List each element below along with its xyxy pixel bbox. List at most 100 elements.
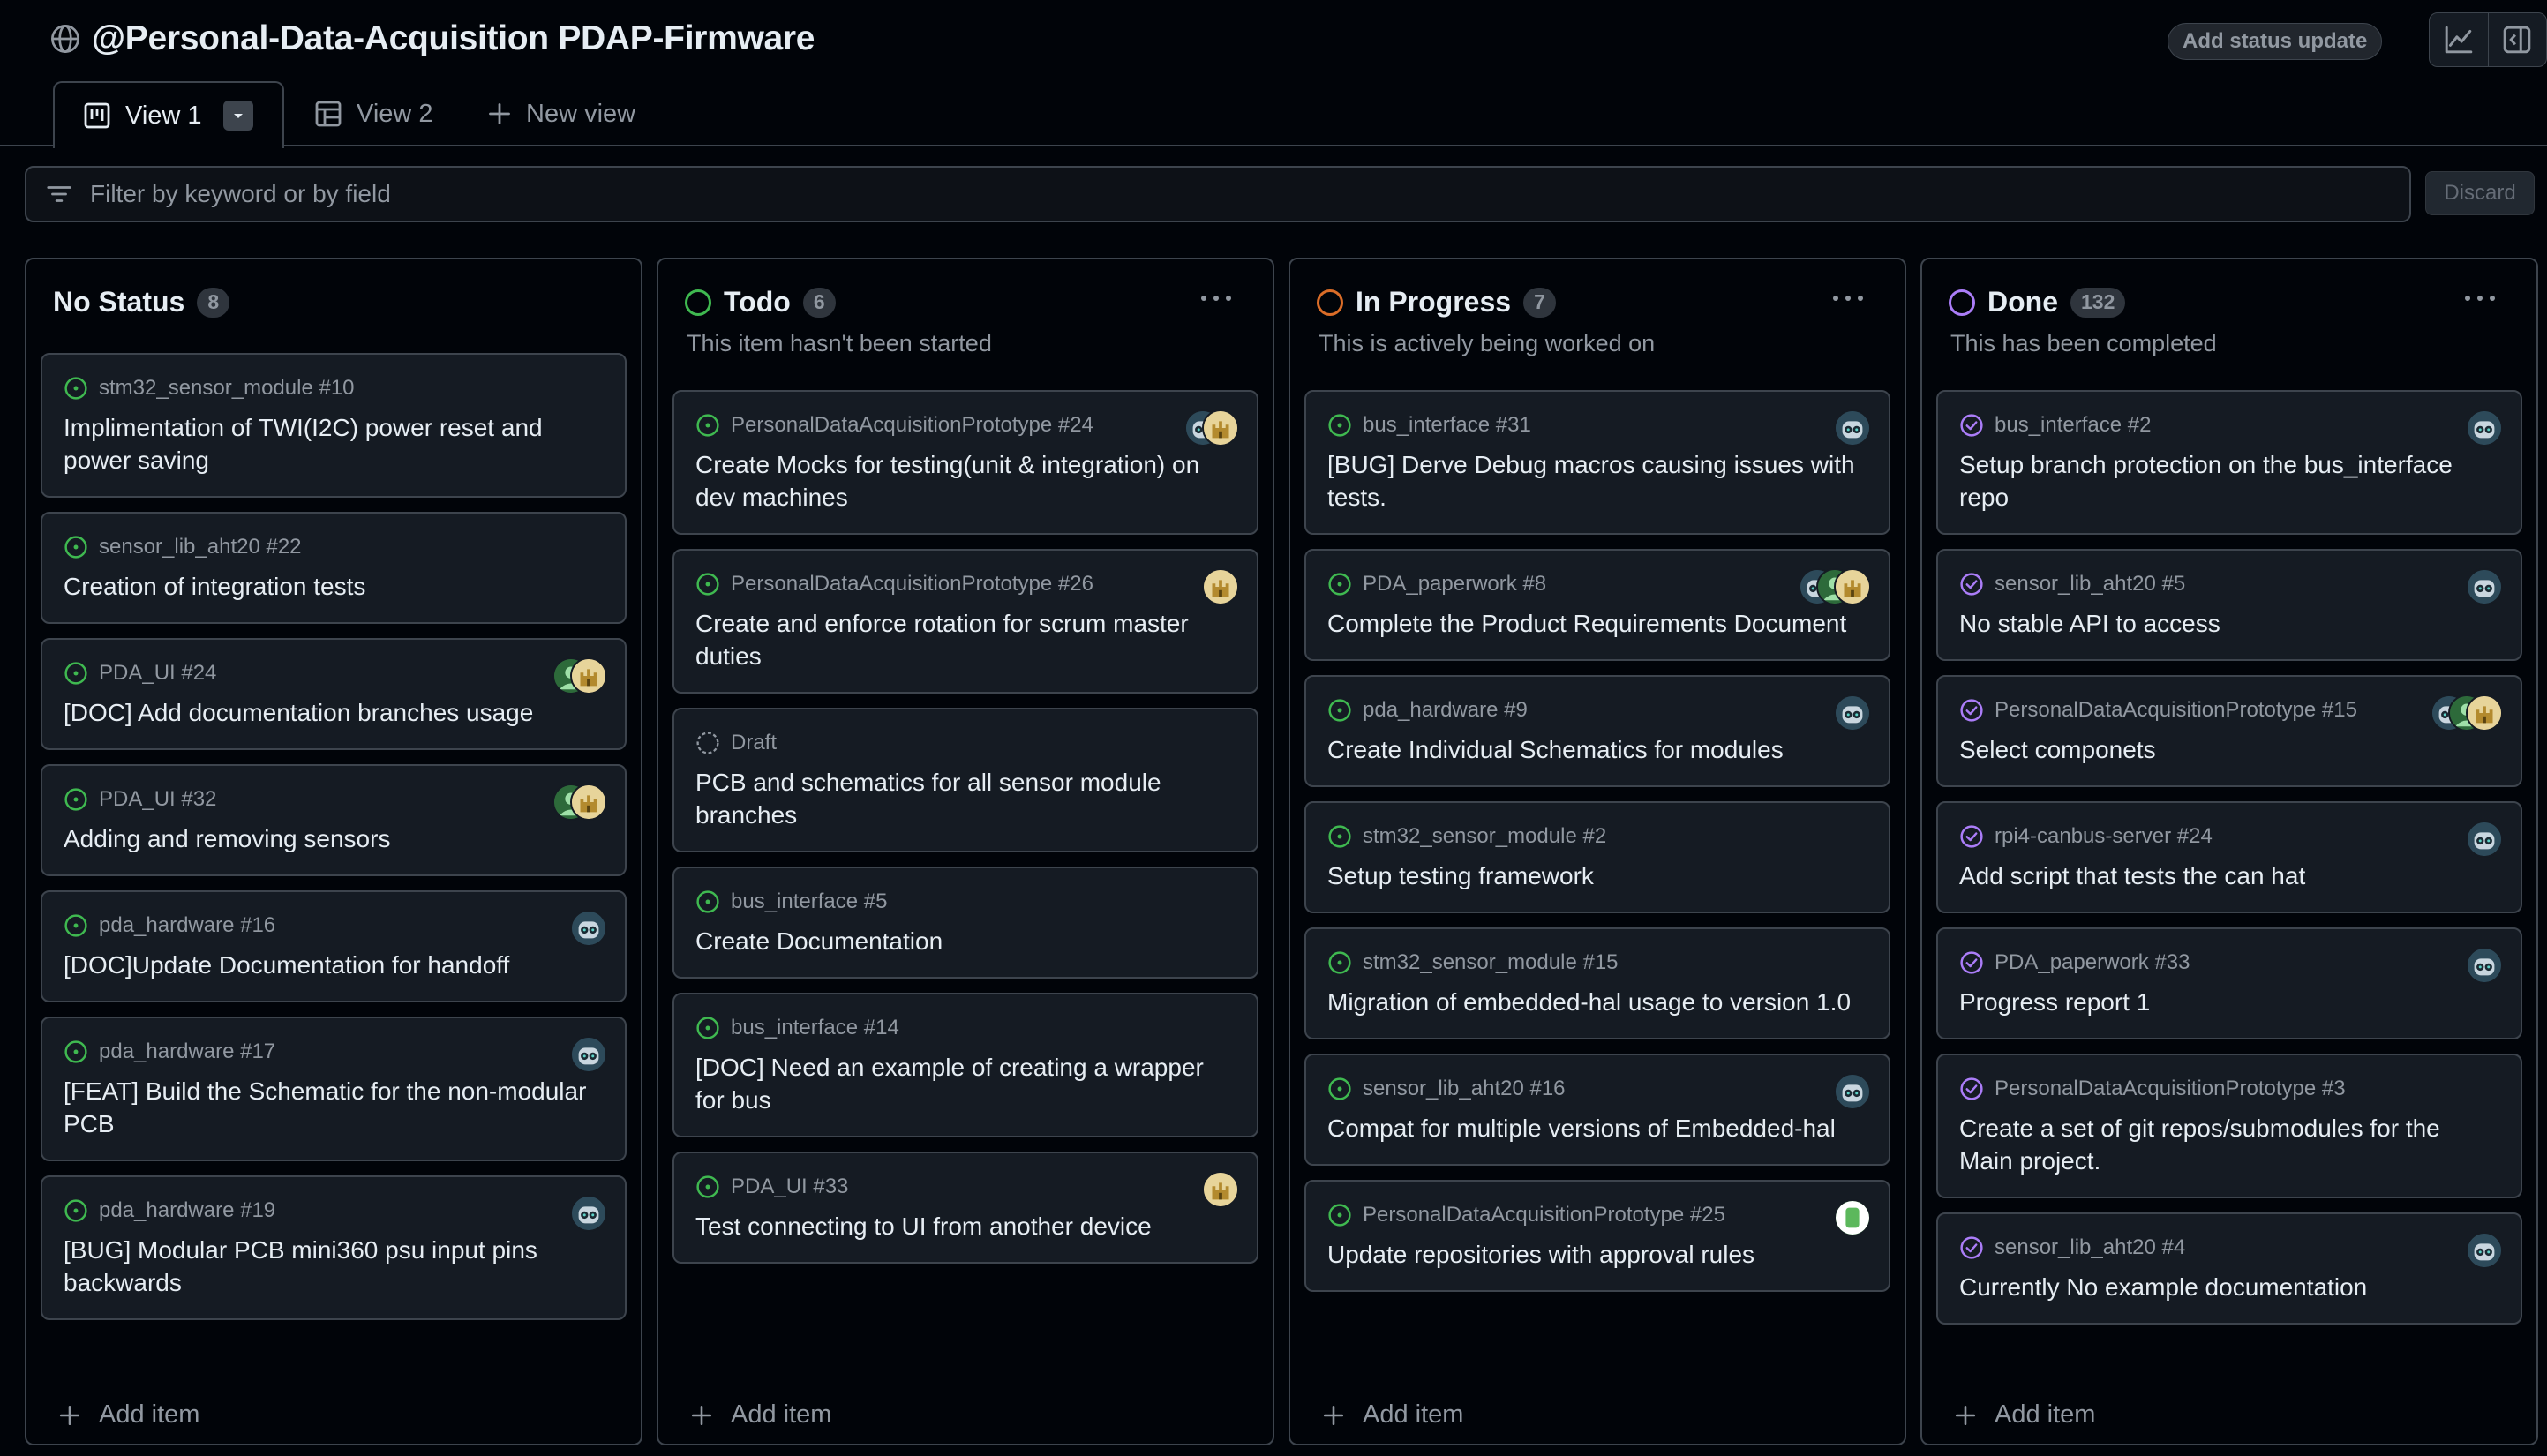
issue-card[interactable]: bus_interface #2 Setup branch protection … <box>1936 390 2522 535</box>
card-title[interactable]: Add script that tests the can hat <box>1959 859 2499 892</box>
card-title[interactable]: Create Mocks for testing(unit & integrat… <box>695 448 1236 514</box>
closed-issue-icon <box>1960 825 1983 848</box>
avatar[interactable] <box>2466 694 2503 732</box>
sidebar-toggle-button[interactable] <box>2487 13 2547 66</box>
issue-card[interactable]: stm32_sensor_module #10 Implimentation of… <box>41 353 627 498</box>
card-title[interactable]: [DOC] Add documentation branches usage <box>64 696 604 729</box>
issue-card[interactable]: sensor_lib_aht20 #22 Creation of integrat… <box>41 512 627 624</box>
avatar[interactable] <box>570 1036 607 1073</box>
card-list: PersonalDataAcquisitionPrototype #24 Crea… <box>672 390 1258 1278</box>
card-title[interactable]: Test connecting to UI from another devic… <box>695 1210 1236 1242</box>
issue-card[interactable]: bus_interface #31 [BUG] Derve Debug macro… <box>1304 390 1890 535</box>
card-title[interactable]: Implimentation of TWI(I2C) power reset a… <box>64 411 604 477</box>
card-title[interactable]: Create Documentation <box>695 925 1236 957</box>
issue-card[interactable]: rpi4-canbus-server #24 Add script that te… <box>1936 801 2522 913</box>
discard-button[interactable]: Discard <box>2425 171 2535 215</box>
open-issue-icon <box>64 377 87 400</box>
card-title[interactable]: Setup testing framework <box>1327 859 1867 892</box>
card-title[interactable]: [BUG] Modular PCB mini360 psu input pins… <box>64 1234 604 1299</box>
card-title[interactable]: Create Individual Schematics for modules <box>1327 733 1867 766</box>
new-view-button[interactable]: New view <box>487 81 635 146</box>
issue-card[interactable]: pda_hardware #16 [DOC]Update Documentatio… <box>41 890 627 1002</box>
issue-card[interactable]: PDA_paperwork #33 Progress report 1 <box>1936 927 2522 1039</box>
issue-card[interactable]: PDA_UI #32 Adding and removing sensors <box>41 764 627 876</box>
issue-card[interactable]: sensor_lib_aht20 #4 Currently No example … <box>1936 1212 2522 1325</box>
tab-view-2[interactable]: View 2 <box>314 81 433 146</box>
avatar[interactable] <box>1202 568 1239 605</box>
card-title[interactable]: Progress report 1 <box>1959 986 2499 1018</box>
card-title[interactable]: [BUG] Derve Debug macros causing issues … <box>1327 448 1867 514</box>
issue-card[interactable]: pda_hardware #9 Create Individual Schemat… <box>1304 675 1890 787</box>
card-title[interactable]: No stable API to access <box>1959 607 2499 640</box>
issue-card[interactable]: PDA_paperwork #8 Complete the Product Req… <box>1304 549 1890 661</box>
avatar[interactable] <box>1834 1073 1871 1110</box>
avatar[interactable] <box>2466 568 2503 605</box>
kebab-horizontal-icon[interactable] <box>1198 289 1234 307</box>
card-title[interactable]: [DOC] Need an example of creating a wrap… <box>695 1051 1236 1116</box>
avatar[interactable] <box>1202 1171 1239 1208</box>
issue-card[interactable]: PersonalDataAcquisitionPrototype #15 Sele… <box>1936 675 2522 787</box>
add-item-button[interactable]: Add item <box>1954 1400 2095 1430</box>
card-title[interactable]: PCB and schematics for all sensor module… <box>695 766 1236 831</box>
issue-card[interactable]: bus_interface #5 Create Documentation <box>672 867 1258 979</box>
tab-view-1[interactable]: View 1 <box>53 81 284 148</box>
avatar[interactable] <box>2466 1232 2503 1269</box>
issue-card[interactable]: bus_interface #14 [DOC] Need an example o… <box>672 993 1258 1137</box>
issue-card[interactable]: pda_hardware #17 [FEAT] Build the Schemat… <box>41 1017 627 1161</box>
filter-input[interactable] <box>90 180 2296 208</box>
avatar[interactable] <box>1202 409 1239 447</box>
avatar[interactable] <box>570 910 607 947</box>
issue-card[interactable]: sensor_lib_aht20 #5 No stable API to acce… <box>1936 549 2522 661</box>
avatar[interactable] <box>1834 694 1871 732</box>
avatar[interactable] <box>2466 409 2503 447</box>
card-title[interactable]: Migration of embedded-hal usage to versi… <box>1327 986 1867 1018</box>
view-options-button[interactable] <box>222 101 253 131</box>
kebab-horizontal-icon[interactable] <box>2462 289 2498 307</box>
card-title[interactable]: [DOC]Update Documentation for handoff <box>64 949 604 981</box>
column-header: Done 132 <box>1949 286 2126 319</box>
issue-card[interactable]: PersonalDataAcquisitionPrototype #24 Crea… <box>672 390 1258 535</box>
card-repo-label: sensor_lib_aht20 #5 <box>1995 572 2186 596</box>
card-title[interactable]: Complete the Product Requirements Docume… <box>1327 607 1867 640</box>
add-status-update-button[interactable]: Add status update <box>2168 23 2383 60</box>
insights-button[interactable] <box>2430 13 2488 66</box>
avatar[interactable] <box>2466 947 2503 984</box>
add-item-button[interactable]: Add item <box>1322 1400 1463 1430</box>
card-title[interactable]: Adding and removing sensors <box>64 822 604 855</box>
avatar[interactable] <box>2466 821 2503 858</box>
avatar[interactable] <box>570 657 607 694</box>
filter-bar[interactable] <box>25 166 2411 222</box>
issue-card[interactable]: stm32_sensor_module #2 Setup testing fram… <box>1304 801 1890 913</box>
issue-card[interactable]: pda_hardware #19 [BUG] Modular PCB mini36… <box>41 1175 627 1320</box>
add-item-button[interactable]: Add item <box>690 1400 831 1430</box>
add-item-button[interactable]: Add item <box>58 1400 199 1430</box>
issue-card[interactable]: Draft PCB and schematics for all sensor m… <box>672 708 1258 852</box>
open-issue-icon <box>1328 825 1351 848</box>
card-title[interactable]: [FEAT] Build the Schematic for the non-m… <box>64 1075 604 1140</box>
avatar[interactable] <box>570 1195 607 1232</box>
plus-icon <box>1323 1405 1344 1425</box>
issue-card[interactable]: PDA_UI #24 [DOC] Add documentation branch… <box>41 638 627 750</box>
issue-card[interactable]: PersonalDataAcquisitionPrototype #3 Creat… <box>1936 1054 2522 1198</box>
card-title[interactable]: Setup branch protection on the bus_inter… <box>1959 448 2499 514</box>
kebab-horizontal-icon[interactable] <box>1830 289 1866 307</box>
issue-card[interactable]: sensor_lib_aht20 #16 Compat for multiple … <box>1304 1054 1890 1166</box>
card-title[interactable]: Select componets <box>1959 733 2499 766</box>
card-title[interactable]: Create and enforce rotation for scrum ma… <box>695 607 1236 672</box>
card-title[interactable]: Creation of integration tests <box>64 570 604 603</box>
card-title[interactable]: Create a set of git repos/submodules for… <box>1959 1112 2499 1177</box>
card-title[interactable]: Update repositories with approval rules <box>1327 1238 1867 1271</box>
avatar[interactable] <box>570 784 607 821</box>
avatar[interactable] <box>1834 568 1871 605</box>
card-repo-label: PDA_paperwork #33 <box>1995 950 2190 974</box>
avatar[interactable] <box>1834 1199 1871 1236</box>
card-title[interactable]: Currently No example documentation <box>1959 1271 2499 1303</box>
issue-card[interactable]: PersonalDataAcquisitionPrototype #25 Upda… <box>1304 1180 1890 1292</box>
assignee-avatars <box>1202 1171 1239 1208</box>
avatar[interactable] <box>1834 409 1871 447</box>
card-title[interactable]: Compat for multiple versions of Embedded… <box>1327 1112 1867 1145</box>
card-meta: sensor_lib_aht20 #4 <box>1959 1234 2499 1262</box>
issue-card[interactable]: stm32_sensor_module #15 Migration of embe… <box>1304 927 1890 1039</box>
issue-card[interactable]: PersonalDataAcquisitionPrototype #26 Crea… <box>672 549 1258 694</box>
issue-card[interactable]: PDA_UI #33 Test connecting to UI from ano… <box>672 1152 1258 1264</box>
